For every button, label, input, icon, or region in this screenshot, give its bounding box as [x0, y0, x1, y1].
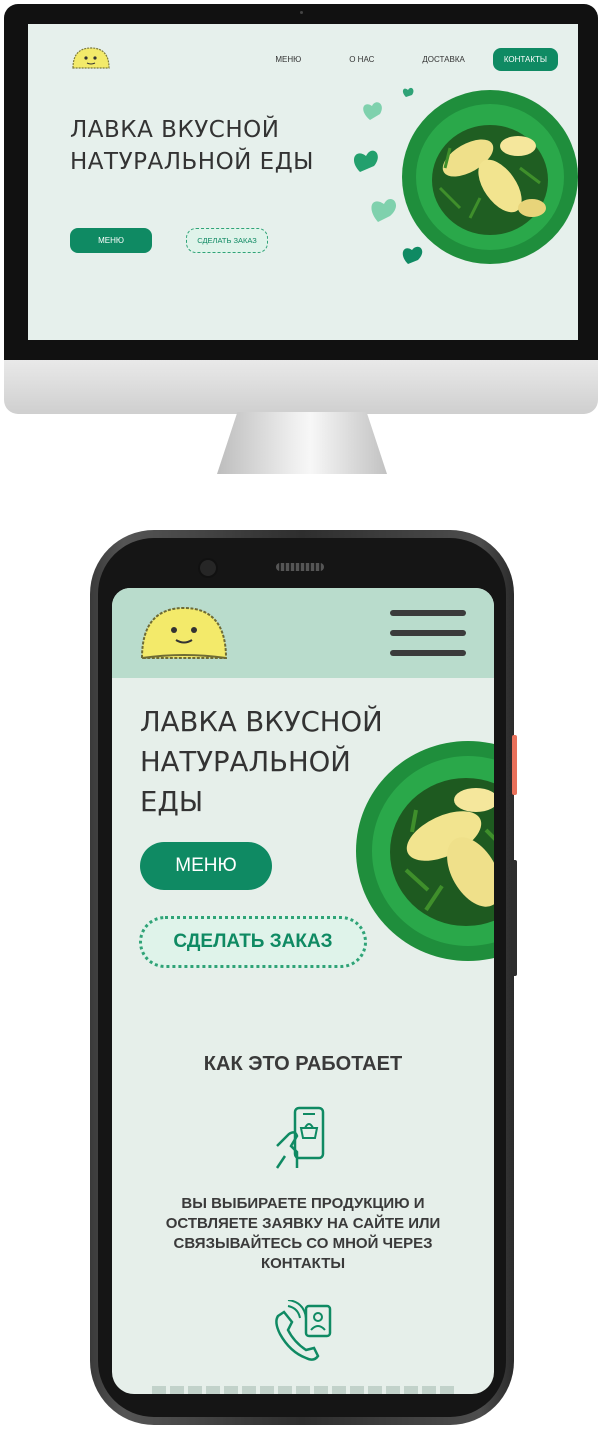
phone-power-button — [512, 735, 517, 795]
nav-delivery[interactable]: ДОСТАВКА — [422, 55, 464, 64]
logo-dumpling-icon[interactable] — [138, 602, 230, 664]
menu-button[interactable]: МЕНЮ — [70, 228, 152, 253]
desktop-nav: МЕНЮ О НАС ДОСТАВКА КОНТАКТЫ — [227, 48, 558, 71]
nav-contacts-button[interactable]: КОНТАКТЫ — [492, 48, 558, 71]
order-button[interactable]: СДЕЛАТЬ ЗАКАЗ — [139, 916, 367, 968]
logo-dumpling-icon[interactable] — [70, 44, 112, 74]
step1-text: ВЫ ВЫБИРАЕТЕ ПРОДУКЦИЮ И ОСТВЛЯЕТЕ ЗАЯВК… — [165, 1195, 441, 1272]
monitor-camera — [300, 11, 303, 14]
how-it-works-title: КАК ЭТО РАБОТАЕТ — [203, 1053, 403, 1075]
next-step-text-cutoff — [152, 1386, 454, 1394]
nav-menu[interactable]: МЕНЮ — [275, 55, 301, 64]
salad-plate-image — [356, 741, 494, 961]
desktop-monitor-mockup: МЕНЮ О НАС ДОСТАВКА КОНТАКТЫ ЛАВКА ВКУСН… — [4, 4, 598, 476]
salad-plate-image — [402, 90, 578, 264]
burger-menu-icon[interactable] — [390, 608, 466, 658]
menu-button[interactable]: МЕНЮ — [140, 842, 272, 890]
monitor-chin — [4, 360, 598, 414]
phone-speaker — [276, 563, 324, 571]
heart-icon — [363, 102, 382, 120]
nav-about[interactable]: О НАС — [349, 55, 374, 64]
heart-icon — [371, 199, 397, 222]
phone-shopping-icon — [275, 1106, 325, 1169]
mobile-screen: ЛАВКА ВКУСНОЙ НАТУРАЛЬНОЙ ЕДЫ МЕНЮ СДЕЛА… — [112, 588, 494, 1394]
mobile-header — [112, 588, 494, 678]
order-button[interactable]: СДЕЛАТЬ ЗАКАЗ — [186, 228, 268, 253]
phone-call-contact-icon — [275, 1300, 332, 1361]
hero-title: ЛАВКА ВКУСНОЙ НАТУРАЛЬНОЙ ЕДЫ — [70, 117, 314, 175]
monitor-stand — [217, 412, 387, 474]
phone-volume-button — [512, 860, 517, 976]
heart-icon — [353, 150, 378, 172]
desktop-screen: МЕНЮ О НАС ДОСТАВКА КОНТАКТЫ ЛАВКА ВКУСН… — [28, 24, 578, 340]
phone-camera — [198, 558, 218, 578]
